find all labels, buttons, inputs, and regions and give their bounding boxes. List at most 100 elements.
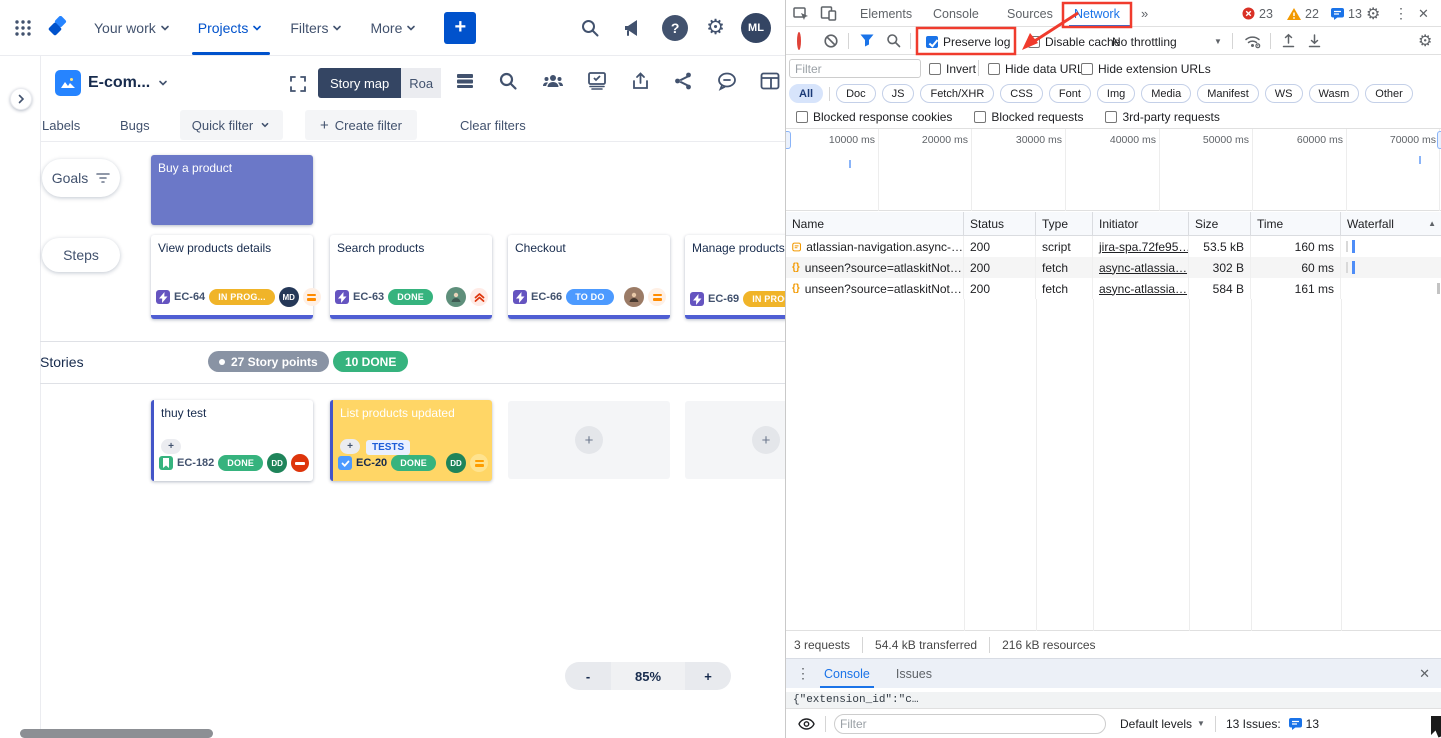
nav-projects[interactable]: Projects [198,20,265,36]
view-toggle-storymap[interactable]: Story map [318,68,401,98]
zoom-out-button[interactable]: - [565,662,611,690]
filter-funnel-icon[interactable] [860,34,874,47]
drawer-menu-icon[interactable]: ⋮ [796,665,810,682]
message-count[interactable]: 13 [1331,0,1362,27]
people-icon[interactable] [542,71,564,91]
step-card-ec63[interactable]: Search products EC-63 DONE [330,235,492,319]
step-card-ec64[interactable]: View products details EC-64 IN PROG... M… [151,235,313,319]
warning-count[interactable]: 22 [1287,0,1319,27]
devtools-menu-icon[interactable]: ⋮ [1394,0,1408,27]
tab-network[interactable]: Network [1074,0,1120,27]
column-header-initiator[interactable]: Initiator [1093,212,1189,235]
chip-font[interactable]: Font [1049,84,1091,103]
blocked-requests-checkbox[interactable]: Blocked requests [974,110,1083,124]
announcement-icon[interactable] [622,18,642,38]
view-toggle-roadmap[interactable]: Roa [401,68,441,98]
goal-card[interactable]: Buy a product [151,155,313,225]
story-card-ec20[interactable]: List products updated + TESTS EC-20 DONE… [330,400,492,481]
network-search-icon[interactable] [886,33,901,48]
chip-manifest[interactable]: Manifest [1197,84,1259,103]
settings-gear-icon[interactable]: ⚙ [706,17,725,38]
error-count[interactable]: 23 [1242,0,1273,27]
drawer-tab-console[interactable]: Console [824,659,870,688]
horizontal-scrollbar[interactable] [20,729,213,738]
column-header-waterfall[interactable]: Waterfall ▲ [1341,212,1441,235]
chip-doc[interactable]: Doc [836,84,876,103]
nav-your-work[interactable]: Your work [94,20,172,36]
step-card-ec66[interactable]: Checkout EC-66 TO DO [508,235,670,319]
quick-filter-button[interactable]: Quick filter [180,110,283,140]
step-card-ec69[interactable]: Manage products EC-69 IN PROG... [685,235,785,319]
share-icon[interactable] [673,71,693,91]
request-initiator-link[interactable]: jira-spa.72fe95… [1099,240,1189,254]
request-initiator-link[interactable]: async-atlassia… [1099,282,1187,296]
blocked-response-cookies-checkbox[interactable]: Blocked response cookies [796,110,952,124]
network-conditions-icon[interactable] [1244,34,1262,49]
request-initiator-link[interactable]: async-atlassia… [1099,261,1187,275]
hide-extension-urls-checkbox[interactable]: Hide extension URLs [1081,62,1211,76]
panel-layout-icon[interactable] [760,72,780,90]
chip-ws[interactable]: WS [1265,84,1303,103]
add-story-placeholder[interactable]: + [685,401,785,479]
help-icon[interactable]: ? [662,15,688,41]
import-har-icon[interactable] [1282,33,1295,48]
jira-logo-icon[interactable] [46,16,70,40]
chip-other[interactable]: Other [1365,84,1413,103]
lane-steps[interactable]: Steps [42,238,120,272]
chip-img[interactable]: Img [1097,84,1135,103]
throttling-dropdown-icon[interactable]: ▼ [1214,37,1222,46]
device-toolbar-icon[interactable] [820,5,837,22]
network-filter-input[interactable] [789,59,921,78]
eye-icon[interactable] [798,718,815,730]
filter-bugs[interactable]: Bugs [120,118,150,133]
search-icon[interactable] [580,18,600,38]
drawer-close-icon[interactable]: ✕ [1419,666,1430,682]
clear-filters-button[interactable]: Clear filters [460,118,526,133]
monitor-check-icon[interactable] [587,71,607,91]
console-message-bar[interactable]: {"extension_id":"c… [786,692,1441,709]
fullscreen-icon[interactable] [289,75,307,93]
invert-checkbox[interactable]: Invert [929,62,976,76]
feedback-icon[interactable] [717,71,737,91]
filter-labels[interactable]: Labels [42,118,80,133]
column-header-time[interactable]: Time [1251,212,1341,235]
column-header-status[interactable]: Status [964,212,1036,235]
devtools-settings-icon[interactable]: ⚙ [1366,0,1380,27]
overview-right-handle[interactable] [1437,131,1441,149]
add-button[interactable]: + [340,439,360,454]
disable-cache-checkbox[interactable]: Disable cache [1028,35,1120,49]
nav-filters[interactable]: Filters [290,20,344,36]
column-header-size[interactable]: Size [1189,212,1251,235]
issues-summary[interactable]: 13 Issues: [1226,717,1281,731]
lane-goals[interactable]: Goals [42,159,120,197]
create-filter-button[interactable]: + Create filter [305,110,417,140]
inspect-element-icon[interactable] [793,5,810,22]
network-request-row[interactable]: atlassian-navigation.async-… 200 script … [786,236,1441,257]
timeline-overview[interactable]: 10000 ms 20000 ms 30000 ms 40000 ms 5000… [786,129,1441,211]
project-title[interactable]: E-com... [88,74,170,92]
default-levels-select[interactable]: Default levels ▼ [1120,717,1205,731]
network-settings-gear-icon[interactable]: ⚙ [1418,31,1432,51]
user-avatar[interactable]: ML [741,13,771,43]
export-har-icon[interactable] [1308,33,1321,48]
overview-left-handle[interactable] [786,131,791,149]
network-request-row[interactable]: {}unseen?source=atlaskitNot… 200 fetch a… [786,278,1441,299]
third-party-requests-checkbox[interactable]: 3rd-party requests [1105,110,1219,124]
rows-view-icon[interactable] [455,71,475,91]
chip-all[interactable]: All [789,84,823,103]
board-search-icon[interactable] [498,71,518,91]
add-button[interactable]: + [161,439,181,454]
create-button[interactable]: + [444,12,476,44]
app-switcher-icon[interactable] [14,19,32,37]
chip-css[interactable]: CSS [1000,84,1043,103]
add-story-placeholder[interactable]: + [508,401,670,479]
nav-more[interactable]: More [370,20,418,36]
more-tabs-icon[interactable]: » [1141,0,1148,27]
tab-sources[interactable]: Sources [1007,0,1053,27]
drawer-tab-issues[interactable]: Issues [896,667,932,681]
column-header-type[interactable]: Type [1036,212,1093,235]
console-filter-input[interactable] [834,714,1106,734]
devtools-close-icon[interactable]: ✕ [1418,0,1429,27]
throttling-select[interactable]: No throttling [1112,35,1177,49]
tab-elements[interactable]: Elements [860,0,912,27]
